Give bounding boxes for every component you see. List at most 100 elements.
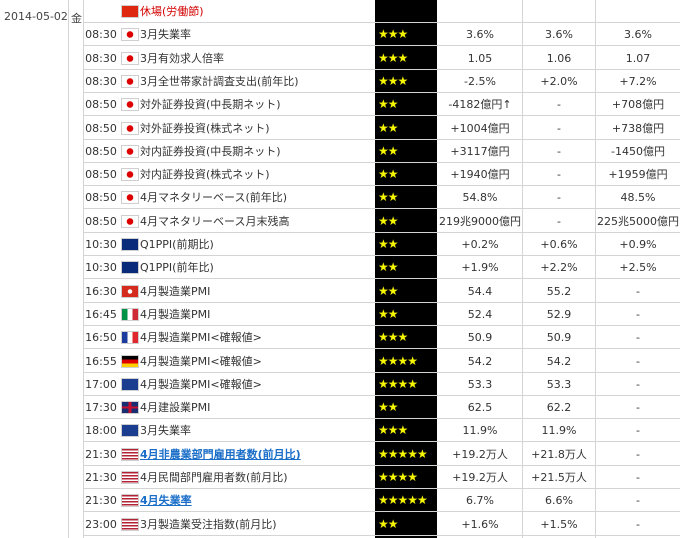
event-time: 17:30: [85, 401, 117, 414]
row-divider: [84, 45, 680, 46]
event-name: 3月製造業受注指数(前月比): [140, 518, 277, 531]
previous-value: -: [636, 518, 640, 531]
previous-value: +0.9%: [619, 238, 657, 251]
event-time: 16:45: [85, 308, 117, 321]
calendar-row: 16:50 4月製造業PMI<確報値> ★★★ 50.9 50.9 -: [0, 326, 680, 349]
event-time: 17:00: [85, 378, 117, 391]
jp-flag-icon: [121, 145, 139, 158]
actual-value: +0.2%: [461, 238, 499, 251]
event-time: 16:50: [85, 331, 117, 344]
actual-value: +19.2万人: [452, 448, 508, 461]
event-name[interactable]: 4月非農業部門雇用者数(前月比): [140, 443, 372, 466]
jp-flag-icon: [121, 28, 139, 41]
event-name: 4月製造業PMI: [140, 285, 211, 298]
forecast-value: -: [557, 215, 561, 228]
importance-stars: ★★★★★: [378, 447, 428, 461]
importance-stars: ★★★★★: [378, 493, 428, 507]
event-time: 08:50: [85, 191, 117, 204]
actual-value: +1004億円: [450, 122, 510, 135]
event-time: 21:30: [85, 448, 117, 461]
forecast-value: 1.06: [546, 52, 572, 65]
importance-stars: ★★: [378, 260, 399, 274]
importance-stars: ★★★: [378, 423, 408, 437]
calendar-row: 23:00 3月製造業受注指数(前月比) ★★ +1.6% +1.5% -: [0, 513, 680, 536]
event-name: 3月有効求人倍率: [140, 52, 224, 65]
forecast-value: -: [557, 98, 561, 111]
event-time: 16:55: [85, 355, 117, 368]
forecast-value: +1.5%: [540, 518, 578, 531]
actual-value: 50.9: [467, 331, 493, 344]
us-flag-icon: [121, 518, 139, 531]
actual-value: 11.9%: [462, 424, 498, 437]
forecast-value: 52.9: [546, 308, 572, 321]
event-name[interactable]: 4月失業率: [140, 489, 372, 512]
calendar-row: 08:30 3月有効求人倍率 ★★★ 1.05 1.06 1.07: [0, 47, 680, 70]
importance-stars: [378, 0, 436, 23]
fr-flag-icon: [121, 331, 139, 344]
actual-value: 219兆9000億円: [439, 215, 521, 228]
event-name: Q1PPI(前年比): [140, 261, 214, 274]
calendar-row: 08:50 4月マネタリーベース(前年比) ★★ 54.8% - 48.5%: [0, 186, 680, 209]
event-time: 08:50: [85, 145, 117, 158]
calendar-row: 16:55 4月製造業PMI<確報値> ★★★★ 54.2 54.2 -: [0, 350, 680, 373]
importance-stars: ★★★: [378, 330, 408, 344]
event-name: 4月建設業PMI: [140, 401, 211, 414]
forecast-value: 50.9: [546, 331, 572, 344]
actual-value: 54.4: [467, 285, 493, 298]
event-time: 21:30: [85, 494, 117, 507]
event-name: 3月失業率: [140, 424, 191, 437]
importance-stars: ★★★: [378, 74, 408, 88]
forecast-value: -: [557, 145, 561, 158]
event-time: 08:30: [85, 28, 117, 41]
calendar-row: 21:30 4月民間部門雇用者数(前月比) ★★★★ +19.2万人 +21.5万人 -: [0, 466, 680, 489]
calendar-row: 18:00 3月失業率 ★★★ 11.9% 11.9% -: [0, 419, 680, 442]
row-divider: [84, 511, 680, 512]
previous-value: -1450億円: [611, 145, 665, 158]
calendar-row: 16:30 4月製造業PMI ★★ 54.4 55.2 -: [0, 280, 680, 303]
importance-stars: ★★: [378, 214, 399, 228]
eu-flag-icon: [121, 378, 139, 391]
row-divider: [84, 278, 680, 279]
us-flag-icon: [121, 448, 139, 461]
previous-value: +7.2%: [619, 75, 657, 88]
au-flag-icon: [121, 261, 139, 274]
importance-stars: ★★: [378, 400, 399, 414]
economic-calendar: 2014-05-02 金 休場(労働節) 08:30 3月失業率 ★★★ 3.6% 3.6…: [0, 0, 680, 538]
actual-value: 53.3: [467, 378, 493, 391]
previous-value: -: [636, 308, 640, 321]
event-name: 4月製造業PMI: [140, 308, 211, 321]
event-name: 4月製造業PMI<確報値>: [140, 355, 262, 368]
importance-stars: ★★★★: [378, 377, 418, 391]
previous-value: -: [636, 331, 640, 344]
forecast-value: +2.2%: [540, 261, 578, 274]
forecast-value: [523, 0, 595, 23]
actual-value: 62.5: [467, 401, 493, 414]
actual-value: +1940億円: [450, 168, 510, 181]
importance-stars: ★★★: [378, 51, 408, 65]
importance-stars: ★★: [378, 190, 399, 204]
event-time: 08:50: [85, 168, 117, 181]
previous-value: -: [636, 378, 640, 391]
forecast-value: +21.8万人: [531, 448, 587, 461]
calendar-row: 10:30 Q1PPI(前期比) ★★ +0.2% +0.6% +0.9%: [0, 233, 680, 256]
us-flag-icon: [121, 494, 139, 507]
event-time: [84, 0, 118, 23]
calendar-row: 17:30 4月建設業PMI ★★ 62.5 62.2 -: [0, 396, 680, 419]
importance-stars: ★★★★: [378, 354, 418, 368]
event-time: 08:50: [85, 122, 117, 135]
event-time: 08:50: [85, 215, 117, 228]
forecast-value: 11.9%: [541, 424, 577, 437]
calendar-row: 休場(労働節): [0, 0, 680, 23]
event-name: 対内証券投資(中長期ネット): [140, 145, 281, 158]
event-name: 休場(労働節): [140, 5, 204, 18]
forecast-value: 54.2: [546, 355, 572, 368]
event-name: 4月製造業PMI<確報値>: [140, 378, 262, 391]
forecast-value: +2.0%: [540, 75, 578, 88]
event-name: 4月民間部門雇用者数(前月比): [140, 471, 288, 484]
event-time: 08:50: [85, 98, 117, 111]
calendar-row: 08:30 3月全世帯家計調査支出(前年比) ★★★ -2.5% +2.0% +7.2%: [0, 70, 680, 93]
calendar-row: 21:30 4月非農業部門雇用者数(前月比) ★★★★★ +19.2万人 +21.8万人…: [0, 443, 680, 466]
event-time: 23:00: [85, 518, 117, 531]
event-name: 4月マネタリーベース月末残高: [140, 215, 290, 228]
forecast-value: 6.6%: [545, 494, 573, 507]
